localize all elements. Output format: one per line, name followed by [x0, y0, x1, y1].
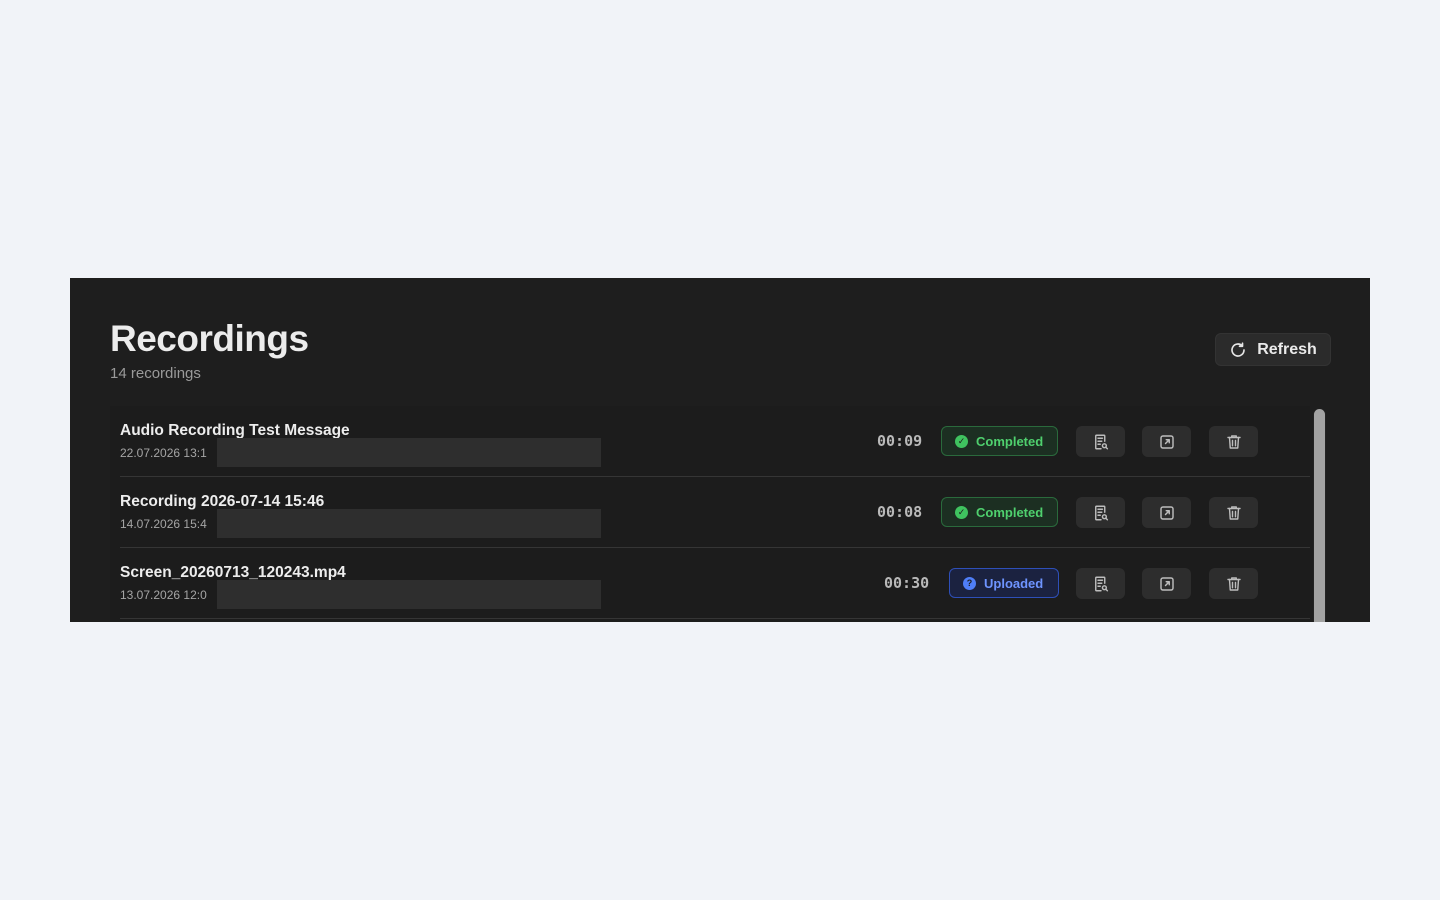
open-external-icon [1158, 504, 1176, 522]
recording-date: 22.07.2026 13:1 [120, 446, 207, 460]
refresh-label: Refresh [1257, 340, 1317, 358]
redacted-block [217, 438, 601, 467]
page-title: Recordings [110, 318, 309, 359]
recordings-list: Audio Recording Test Message 22.07.2026 … [110, 406, 1310, 622]
delete-recording-button[interactable] [1209, 497, 1258, 528]
trash-icon [1225, 575, 1243, 593]
open-recording-button[interactable] [1142, 426, 1191, 457]
info-circle-icon: ? [963, 576, 976, 590]
view-transcript-button[interactable] [1076, 568, 1125, 599]
redacted-block [217, 509, 601, 538]
recordings-count: 14 recordings [110, 365, 201, 382]
delete-recording-button[interactable] [1209, 426, 1258, 457]
status-label: Uploaded [984, 575, 1044, 591]
recording-duration: 00:09 [877, 432, 923, 450]
status-badge: ✓ Completed [941, 497, 1058, 527]
transcript-icon [1092, 433, 1110, 451]
recording-row[interactable]: Recording 2026-07-14 15:46 14.07.2026 15… [110, 477, 1310, 548]
recordings-panel: Recordings 14 recordings Refresh Audio R… [70, 278, 1370, 622]
open-external-icon [1158, 433, 1176, 451]
open-recording-button[interactable] [1142, 497, 1191, 528]
recording-date: 13.07.2026 12:0 [120, 588, 207, 602]
view-transcript-button[interactable] [1076, 497, 1125, 528]
refresh-icon [1229, 341, 1247, 359]
open-external-icon [1158, 575, 1176, 593]
trash-icon [1225, 504, 1243, 522]
status-label: Completed [976, 504, 1044, 520]
transcript-icon [1092, 504, 1110, 522]
transcript-icon [1092, 575, 1110, 593]
check-circle-icon: ✓ [955, 434, 968, 448]
trash-icon [1225, 433, 1243, 451]
status-badge: ? Uploaded [949, 568, 1059, 598]
recording-date: 14.07.2026 15:4 [120, 517, 207, 531]
view-transcript-button[interactable] [1076, 426, 1125, 457]
recording-row[interactable]: Audio Recording Test Message 22.07.2026 … [110, 406, 1310, 477]
status-label: Completed [976, 433, 1044, 449]
scrollbar[interactable] [1313, 409, 1326, 622]
recording-row[interactable]: Screen_20260713_120243.mp4 13.07.2026 12… [110, 548, 1310, 619]
recording-duration: 00:30 [884, 574, 930, 592]
recording-duration: 00:08 [877, 503, 923, 521]
delete-recording-button[interactable] [1209, 568, 1258, 599]
status-badge: ✓ Completed [941, 426, 1058, 456]
open-recording-button[interactable] [1142, 568, 1191, 599]
refresh-button[interactable]: Refresh [1215, 333, 1331, 366]
scrollbar-thumb[interactable] [1314, 409, 1325, 622]
redacted-block [217, 580, 601, 609]
check-circle-icon: ✓ [955, 505, 968, 519]
